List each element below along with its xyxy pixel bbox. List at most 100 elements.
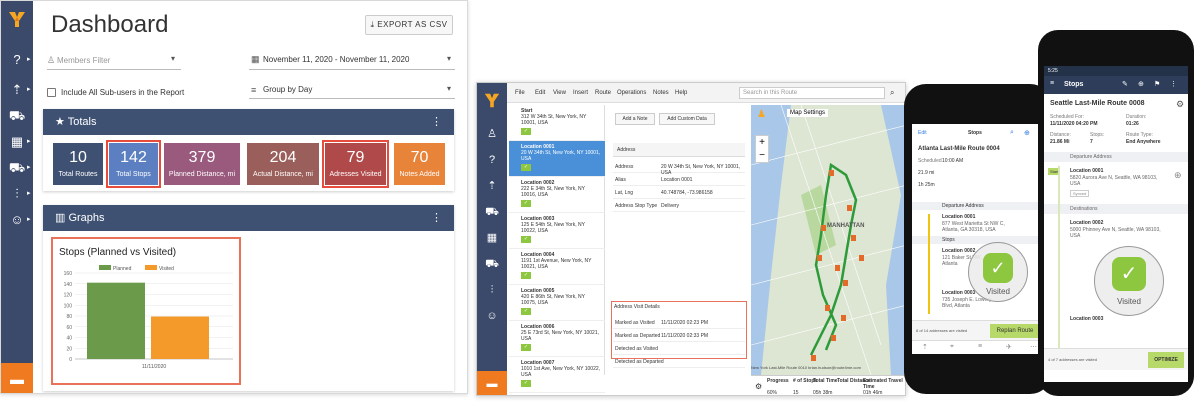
phone2-route-type-label: Route Type: — [1126, 132, 1153, 138]
total-tile[interactable]: 79 Adresses Visited — [322, 140, 389, 188]
phone-ios: Edit Stops ⌕ ⊕ Atlanta Last-Mile Route 0… — [904, 84, 1052, 394]
menu-view[interactable]: View — [553, 90, 566, 96]
tab-nav-icon[interactable]: ✈ — [1006, 343, 1012, 351]
menu-notes[interactable]: Notes — [653, 90, 669, 96]
cart-icon[interactable]: ⛟ — [482, 203, 502, 221]
map-icon[interactable]: ⚑ — [1154, 80, 1160, 88]
total-tile[interactable]: 10 Total Routes — [53, 143, 103, 185]
menu-file[interactable]: File — [515, 90, 525, 96]
stop-list-item[interactable]: Start 312 W 34th St, New York, NY 10001, … — [509, 105, 605, 141]
tile-label: Actual Distance, mi — [253, 171, 313, 178]
group-by-field[interactable]: Group by Day — [263, 85, 312, 94]
zoom-controls[interactable]: + − — [755, 135, 769, 163]
menu-route[interactable]: Route — [595, 90, 611, 96]
legend-swatch — [145, 265, 157, 270]
visited-check-icon: ✓ — [521, 164, 531, 171]
phone1-distance: 21.9 mi — [918, 170, 935, 176]
dropdown-arrow-icon[interactable]: ▾ — [447, 54, 451, 63]
add-note-button[interactable]: Add a Note — [615, 113, 655, 125]
edit-icon[interactable]: ✎ — [1122, 80, 1128, 88]
routes-icon[interactable]: ⇡ — [7, 81, 27, 99]
chat-icon[interactable]: ▬ — [477, 371, 507, 395]
add-circle-icon[interactable]: ⊕ — [1174, 170, 1182, 181]
total-tile[interactable]: 142 Total Stops — [106, 140, 161, 188]
total-tile[interactable]: 379 Planned Distance, mi — [164, 143, 240, 185]
truck-icon[interactable]: ⛟ — [7, 159, 27, 177]
route-map[interactable]: ♟ Map Settings + − MANHATTAN — [751, 105, 905, 375]
phone1-visited-overlay: ✓ Visited — [968, 242, 1028, 302]
menu-icon[interactable]: ≡ — [1050, 80, 1054, 87]
tab-routes-icon[interactable]: ⇡ — [922, 343, 928, 351]
building-icon[interactable]: ▦ — [482, 229, 502, 247]
add-icon[interactable]: ⊕ — [1138, 80, 1144, 88]
cart-icon[interactable]: ⛟ — [7, 107, 27, 125]
more-icon[interactable]: ⋮ — [431, 205, 442, 231]
date-range-field[interactable]: November 11, 2020 - November 11, 2020 — [263, 55, 409, 64]
summary-value: 60% — [767, 390, 778, 396]
export-csv-button[interactable]: ⤓ EXPORT AS CSV — [365, 15, 453, 35]
settings-icon[interactable]: ⚙ — [755, 382, 762, 391]
menu-insert[interactable]: Insert — [573, 90, 588, 96]
stop-list-item[interactable]: Location 0007 1010 1st Ave, New York, NY … — [509, 357, 605, 393]
menu-edit[interactable]: Edit — [535, 90, 545, 96]
person-icon[interactable]: ♙ — [482, 125, 502, 143]
bar-visited — [151, 316, 209, 359]
tab-more-icon[interactable]: ⋯ — [1030, 343, 1037, 351]
users-icon[interactable]: ☺ — [482, 307, 502, 325]
members-filter[interactable]: Members Filter — [57, 56, 110, 65]
check-icon[interactable]: ✓ — [983, 253, 1013, 283]
more-icon[interactable]: ⋮ — [431, 109, 442, 135]
phone1-edit-button[interactable]: Edit — [918, 130, 927, 136]
search-icon[interactable]: ⌕ — [1010, 129, 1014, 137]
detail-row: Marked as Departed 11/11/2020 02:33 PM — [613, 330, 745, 342]
y-tick-label: 40 — [66, 336, 72, 342]
optimize-button[interactable]: OPTIMIZE — [1148, 352, 1184, 368]
analytics-icon[interactable]: ⫶ — [7, 185, 27, 203]
routes-icon[interactable]: ⇡ — [482, 177, 502, 195]
tab-list-icon[interactable]: ≡ — [978, 343, 982, 350]
dropdown-arrow-icon[interactable]: ▾ — [171, 54, 175, 63]
stop-address: 125 E 54th St, New York, NY 10022, USA — [521, 222, 585, 234]
total-tile[interactable]: 70 Notes Added — [394, 143, 445, 185]
settings-icon[interactable]: ⚙ — [1176, 99, 1184, 110]
stop-list-item[interactable]: Location 0004 1191 1st Avenue, New York, … — [509, 249, 605, 285]
check-icon[interactable]: ✓ — [1112, 257, 1146, 291]
users-icon[interactable]: ☺ — [7, 211, 27, 229]
menu-help[interactable]: Help — [675, 90, 687, 96]
building-icon[interactable]: ▦ — [7, 133, 27, 151]
chart-plot: 0 20 40 60 80 100 120 140 160 Planned Visited 11/11… — [64, 265, 233, 370]
chat-icon[interactable]: ▬ — [1, 363, 33, 393]
analytics-icon[interactable]: ⫶ — [482, 281, 502, 299]
dropdown-arrow-icon[interactable]: ▾ — [447, 84, 451, 93]
detail-value: Location 0001 — [661, 177, 693, 183]
help-icon[interactable]: ? — [482, 151, 502, 169]
stop-list-item[interactable]: Location 0002 222 E 34th St, New York, NY… — [509, 177, 605, 213]
phone1-screen: Edit Stops ⌕ ⊕ Atlanta Last-Mile Route 0… — [912, 124, 1044, 354]
group-underline — [249, 98, 455, 99]
truck-icon[interactable]: ⛟ — [482, 255, 502, 273]
route-search-input[interactable]: Search in this Route — [739, 87, 885, 99]
add-icon[interactable]: ⊕ — [1024, 129, 1030, 137]
address-section-header: Address — [613, 143, 745, 157]
search-icon[interactable]: ⌕ — [890, 88, 894, 98]
subusers-checkbox[interactable] — [47, 88, 56, 97]
total-tile[interactable]: 204 Actual Distance, mi — [247, 143, 319, 185]
tab-map-icon[interactable]: ⌖ — [950, 343, 954, 351]
phone1-title: Stops — [968, 130, 982, 136]
totals-title: Totals — [67, 116, 97, 128]
help-icon[interactable]: ? — [7, 51, 27, 69]
phone2-footer-text: 4 of 7 addresses are visited — [1048, 357, 1097, 362]
add-custom-data-button[interactable]: Add Custom Data — [659, 113, 715, 125]
stop-list-item[interactable]: Location 0006 25 E 73rd St, New York, NY … — [509, 321, 605, 357]
stop-list-item[interactable]: Location 0001 20 W 34th St, New York, NY … — [509, 141, 605, 177]
tile-value: 70 — [410, 149, 429, 166]
replan-route-button[interactable]: Replan Route — [990, 324, 1040, 338]
chart-title: Stops (Planned vs Visited) — [59, 247, 177, 258]
menu-operations[interactable]: Operations — [617, 90, 646, 96]
map-settings-button[interactable]: Map Settings — [787, 109, 829, 117]
phone1-footer: 8 of 14 addresses are visited Replan Rou… — [912, 320, 1044, 340]
stop-list-item[interactable]: Location 0003 125 E 54th St, New York, NY… — [509, 213, 605, 249]
pegman-icon[interactable]: ♟ — [757, 109, 766, 120]
stop-list-item[interactable]: Location 0005 420 E 86th St, New York, NY… — [509, 285, 605, 321]
more-icon[interactable]: ⋮ — [1170, 80, 1177, 88]
